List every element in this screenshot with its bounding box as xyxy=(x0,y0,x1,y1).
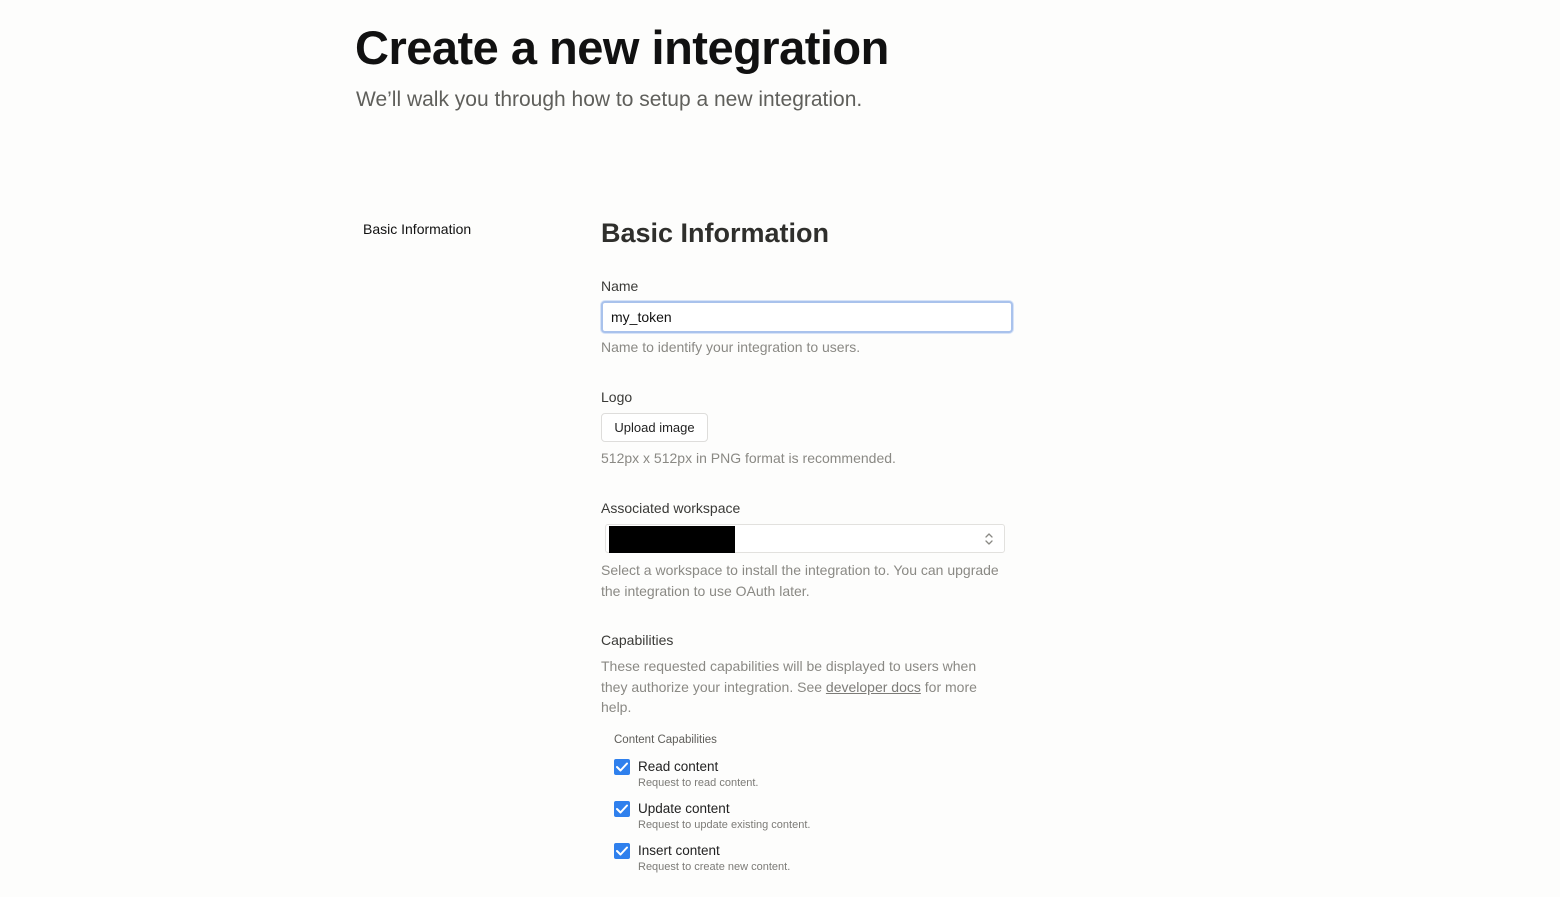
capabilities-help-text: These requested capabilities will be dis… xyxy=(601,656,996,718)
capability-insert-content: Insert content Request to create new con… xyxy=(614,841,974,877)
capability-title: Update content xyxy=(638,801,730,816)
integration-page: Create a new integration We’ll walk you … xyxy=(0,0,1560,897)
logo-label: Logo xyxy=(601,389,633,405)
workspace-label: Associated workspace xyxy=(601,500,741,516)
capability-description: Request to update existing content. xyxy=(638,819,811,831)
logo-help-text: 512px x 512px in PNG format is recommend… xyxy=(601,450,896,466)
name-label: Name xyxy=(601,278,639,294)
name-input[interactable] xyxy=(601,301,1013,333)
workspace-select[interactable] xyxy=(605,524,1005,553)
section-title: Basic Information xyxy=(601,218,830,248)
workspace-redacted-value xyxy=(609,526,735,553)
basic-information-section: Basic Information Name Name to identify … xyxy=(601,215,1013,873)
checkmark-icon xyxy=(616,804,628,814)
capability-description: Request to read content. xyxy=(638,777,759,789)
chevron-updown-icon xyxy=(985,533,993,545)
capabilities-label: Capabilities xyxy=(601,632,674,648)
checkmark-icon xyxy=(616,846,628,856)
capability-title: Read content xyxy=(638,759,719,774)
upload-image-button[interactable]: Upload image xyxy=(601,413,708,442)
developer-docs-link[interactable]: developer docs xyxy=(826,679,921,695)
side-nav-item-basic-information[interactable]: Basic Information xyxy=(363,219,471,239)
workspace-help-text: Select a workspace to install the integr… xyxy=(601,562,999,599)
name-help-text: Name to identify your integration to use… xyxy=(601,339,861,355)
checkmark-icon xyxy=(616,762,628,772)
content-capabilities-heading: Content Capabilities xyxy=(614,734,717,746)
read-content-checkbox[interactable] xyxy=(614,759,630,775)
insert-content-checkbox[interactable] xyxy=(614,843,630,859)
capability-description: Request to create new content. xyxy=(638,861,791,873)
update-content-checkbox[interactable] xyxy=(614,801,630,817)
capability-read-content: Read content Request to read content. xyxy=(614,757,974,793)
capability-title: Insert content xyxy=(638,843,720,858)
page-subtitle: We’ll walk you through how to setup a ne… xyxy=(356,88,863,111)
page-title: Create a new integration xyxy=(355,21,889,74)
capability-update-content: Update content Request to update existin… xyxy=(614,799,974,835)
